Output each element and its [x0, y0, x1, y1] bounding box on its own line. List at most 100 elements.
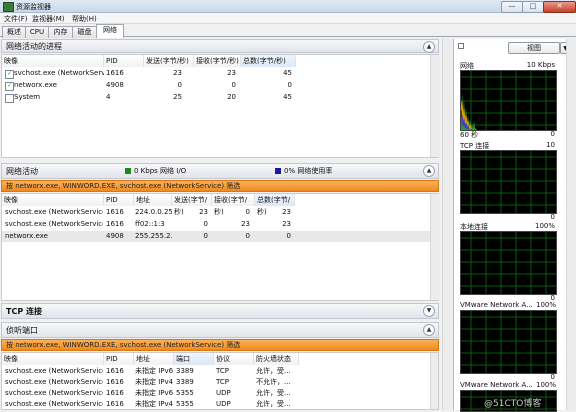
main-pane: 网络活动的进程 ▲ 映像 PID 发送(字节/秒) 接收(字节/秒) 总数(字节… — [0, 38, 452, 410]
listen-address: 未指定 IPv6 — [135, 389, 173, 397]
listen-port: 3389 — [176, 378, 194, 386]
col-port[interactable]: 端口 — [174, 353, 214, 365]
col-image[interactable]: 映像 — [2, 55, 104, 67]
col-pid[interactable]: PID — [104, 353, 134, 365]
pane-toggle-icon[interactable] — [458, 43, 464, 49]
collapse-up-icon[interactable]: ▲ — [423, 41, 435, 53]
maximize-button[interactable]: □ — [522, 1, 544, 13]
collapse-up-icon[interactable]: ▲ — [423, 165, 435, 177]
proc-total: 45 — [283, 93, 292, 101]
col-pid[interactable]: PID — [104, 194, 134, 206]
tab-network[interactable]: 网络 — [96, 24, 124, 39]
col-recv[interactable]: 接收(字节/秒) — [212, 194, 255, 216]
io-legend-swatch — [125, 168, 131, 174]
table-row[interactable]: networx.exe 4908 255.255.2... 0 0 0 — [2, 231, 430, 242]
filter-bar[interactable]: 按 networx.exe, WINWORD.EXE, svchost.exe … — [1, 339, 439, 351]
col-send[interactable]: 发送(字节/秒) — [144, 55, 194, 67]
listen-table: 映像 PID 地址 端口 协议 防火墙状态 svchost.exe (Netwo… — [1, 352, 439, 410]
tab-memory[interactable]: 内存 — [48, 26, 73, 38]
proc-recv: 0 — [231, 81, 236, 89]
main-scrollbar[interactable] — [442, 38, 452, 410]
graph-title: VMware Network A... — [460, 301, 533, 309]
minimize-button[interactable]: — — [501, 1, 523, 13]
tab-overview[interactable]: 概述 — [2, 26, 26, 38]
net-recv: 0 — [245, 208, 250, 216]
menu-help[interactable]: 帮助(H) — [72, 14, 97, 24]
menu-monitor[interactable]: 监视器(M) — [32, 14, 65, 24]
net-section-header[interactable]: 网络活动 0 Kbps 网络 I/O 0% 网络使用率 ▲ — [1, 163, 439, 179]
proc-pid: 4 — [106, 93, 111, 101]
table-row[interactable]: svchost.exe (NetworkService) 1616 未指定 IP… — [2, 366, 430, 377]
listen-protocol: UDP — [216, 389, 231, 397]
net-total: 23 — [282, 208, 291, 216]
net-total: 0 — [286, 232, 291, 240]
col-image[interactable]: 映像 — [2, 194, 104, 206]
col-recv[interactable]: 接收(字节/秒) — [194, 55, 241, 67]
tcp-section-title: TCP 连接 — [6, 307, 42, 316]
col-send[interactable]: 发送(字节/秒) — [172, 194, 212, 216]
proc-section-header[interactable]: 网络活动的进程 ▲ — [1, 39, 439, 53]
proc-pid: 1616 — [106, 69, 124, 77]
listen-protocol: UDP — [216, 400, 231, 408]
listen-section-title: 侦听端口 — [6, 326, 38, 335]
tcp-graph-plot — [461, 151, 556, 213]
proc-send: 25 — [173, 93, 182, 101]
col-image[interactable]: 映像 — [2, 353, 104, 365]
graph-min: 0 — [550, 213, 555, 221]
col-total[interactable]: 总数(字节/秒) — [255, 194, 295, 216]
graph-pane-scrollbar[interactable] — [566, 39, 576, 410]
col-address[interactable]: 地址 — [134, 194, 172, 206]
vertical-scrollbar[interactable] — [430, 353, 438, 409]
view-button-label: 视图 — [527, 44, 541, 52]
col-address[interactable]: 地址 — [134, 353, 174, 365]
net-address: 255.255.2... — [135, 232, 172, 240]
proc-recv: 20 — [227, 93, 236, 101]
window-title: 资源监视器 — [16, 3, 51, 11]
row-checkbox[interactable]: ✓ — [5, 70, 14, 79]
view-button[interactable]: 视图 — [508, 42, 560, 54]
table-row[interactable]: svchost.exe (NetworkService) 1616 未指定 IP… — [2, 388, 430, 399]
expand-down-icon[interactable]: ▼ — [423, 305, 435, 317]
graph-min: 0 — [550, 130, 555, 138]
listen-section-header[interactable]: 侦听端口 ▲ — [1, 322, 439, 338]
listen-firewall: 允许，受... — [256, 367, 291, 375]
proc-section-title: 网络活动的进程 — [6, 42, 62, 51]
proc-name: svchost.exe (NetworkService) — [14, 69, 104, 77]
tcp-section-header[interactable]: TCP 连接 ▼ — [1, 303, 439, 319]
net-recv: 23 — [241, 220, 250, 228]
listen-port: 5355 — [176, 400, 194, 408]
net-pid: 1616 — [106, 208, 124, 216]
vertical-scrollbar[interactable] — [430, 194, 440, 300]
table-row[interactable]: svchost.exe (NetworkService) 1616 ff02::… — [2, 219, 430, 230]
table-row[interactable]: ✓ networx.exe 4908 0 0 0 — [2, 80, 430, 91]
filter-bar[interactable]: 按 networx.exe, WINWORD.EXE, svchost.exe … — [1, 180, 439, 192]
col-pid[interactable]: PID — [104, 55, 144, 67]
graph-pane: 视图 ▼ 网络 10 Kbps 60 秒 0 TCP 连接 10 — [453, 39, 576, 412]
listen-firewall: 不允许，... — [256, 378, 291, 386]
net-address: 224.0.0.252 — [135, 208, 172, 216]
menu-bar: 文件(F) 监视器(M) 帮助(H) — [0, 13, 576, 24]
usage-legend: 0% 网络使用率 — [284, 167, 333, 175]
row-checkbox[interactable]: ✓ — [5, 82, 14, 91]
net-send: 23 — [199, 208, 208, 216]
vertical-scrollbar[interactable] — [430, 55, 440, 157]
menu-file[interactable]: 文件(F) — [4, 14, 28, 24]
col-protocol[interactable]: 协议 — [214, 353, 254, 365]
col-firewall[interactable]: 防火墙状态 — [254, 353, 299, 365]
close-button[interactable]: ✕ — [543, 1, 576, 13]
table-row[interactable]: ✓ svchost.exe (NetworkService) 1616 23 2… — [2, 68, 430, 79]
table-row[interactable]: svchost.exe (NetworkService) 1616 未指定 IP… — [2, 377, 430, 388]
table-row[interactable]: System 4 25 20 45 — [2, 92, 430, 103]
row-checkbox[interactable] — [5, 94, 14, 103]
table-row[interactable]: svchost.exe (NetworkService) 1616 未指定 IP… — [2, 399, 430, 409]
proc-recv: 23 — [227, 69, 236, 77]
collapse-up-icon[interactable]: ▲ — [423, 324, 435, 336]
col-total[interactable]: 总数(字节/秒) — [241, 55, 296, 67]
graph-max: 100% — [536, 381, 557, 389]
graph-max: 100% — [534, 222, 555, 230]
table-row[interactable]: svchost.exe (NetworkService) 1616 224.0.… — [2, 207, 430, 218]
tab-cpu[interactable]: CPU — [25, 26, 49, 38]
graph-title: VMware Network A... — [460, 381, 533, 389]
tab-disk[interactable]: 磁盘 — [72, 26, 97, 38]
listen-name: svchost.exe (NetworkService) — [5, 378, 103, 386]
